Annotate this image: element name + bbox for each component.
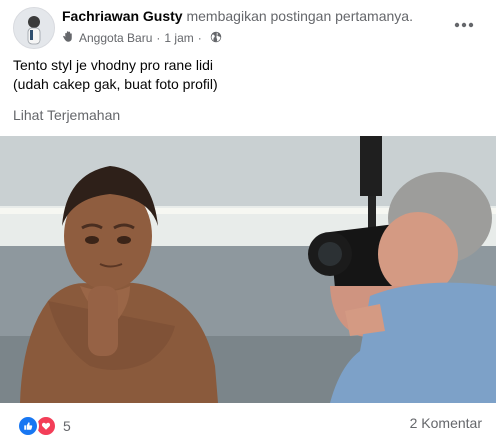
meta-separator-2: ·	[197, 31, 202, 45]
see-translation-link[interactable]: Lihat Terjemahan	[13, 107, 120, 123]
author-name[interactable]: Fachriawan Gusty	[62, 8, 183, 24]
more-options-button[interactable]	[448, 8, 480, 40]
post-text-line-1: Tento styl je vhodny pro rane lidi	[13, 57, 213, 73]
like-reaction-icon	[17, 415, 39, 437]
more-horizontal-icon	[454, 15, 474, 33]
reaction-count[interactable]: 5	[63, 418, 71, 434]
comment-count[interactable]: 2 Komentar	[410, 415, 482, 431]
new-member-hand-icon	[62, 30, 75, 46]
post-meta: Anggota Baru · 1 jam ·	[62, 30, 222, 46]
post-time[interactable]: 1 jam	[164, 31, 193, 45]
post-text: Tento styl je vhodny pro rane lidi (udah…	[13, 56, 218, 94]
meta-separator: ·	[156, 31, 161, 45]
header-title: Fachriawan Gusty membagikan postingan pe…	[62, 8, 413, 24]
post-photo[interactable]	[0, 136, 496, 403]
post-header: Fachriawan Gusty membagikan postingan pe…	[0, 0, 496, 50]
globe-icon	[210, 31, 222, 46]
post-action-text: membagikan postingan pertamanya.	[186, 8, 413, 24]
author-avatar[interactable]	[13, 7, 55, 49]
member-badge-label[interactable]: Anggota Baru	[79, 31, 152, 45]
post-text-line-2: (udah cakep gak, buat foto profil)	[13, 76, 218, 92]
reaction-summary[interactable]: 5	[17, 415, 71, 437]
